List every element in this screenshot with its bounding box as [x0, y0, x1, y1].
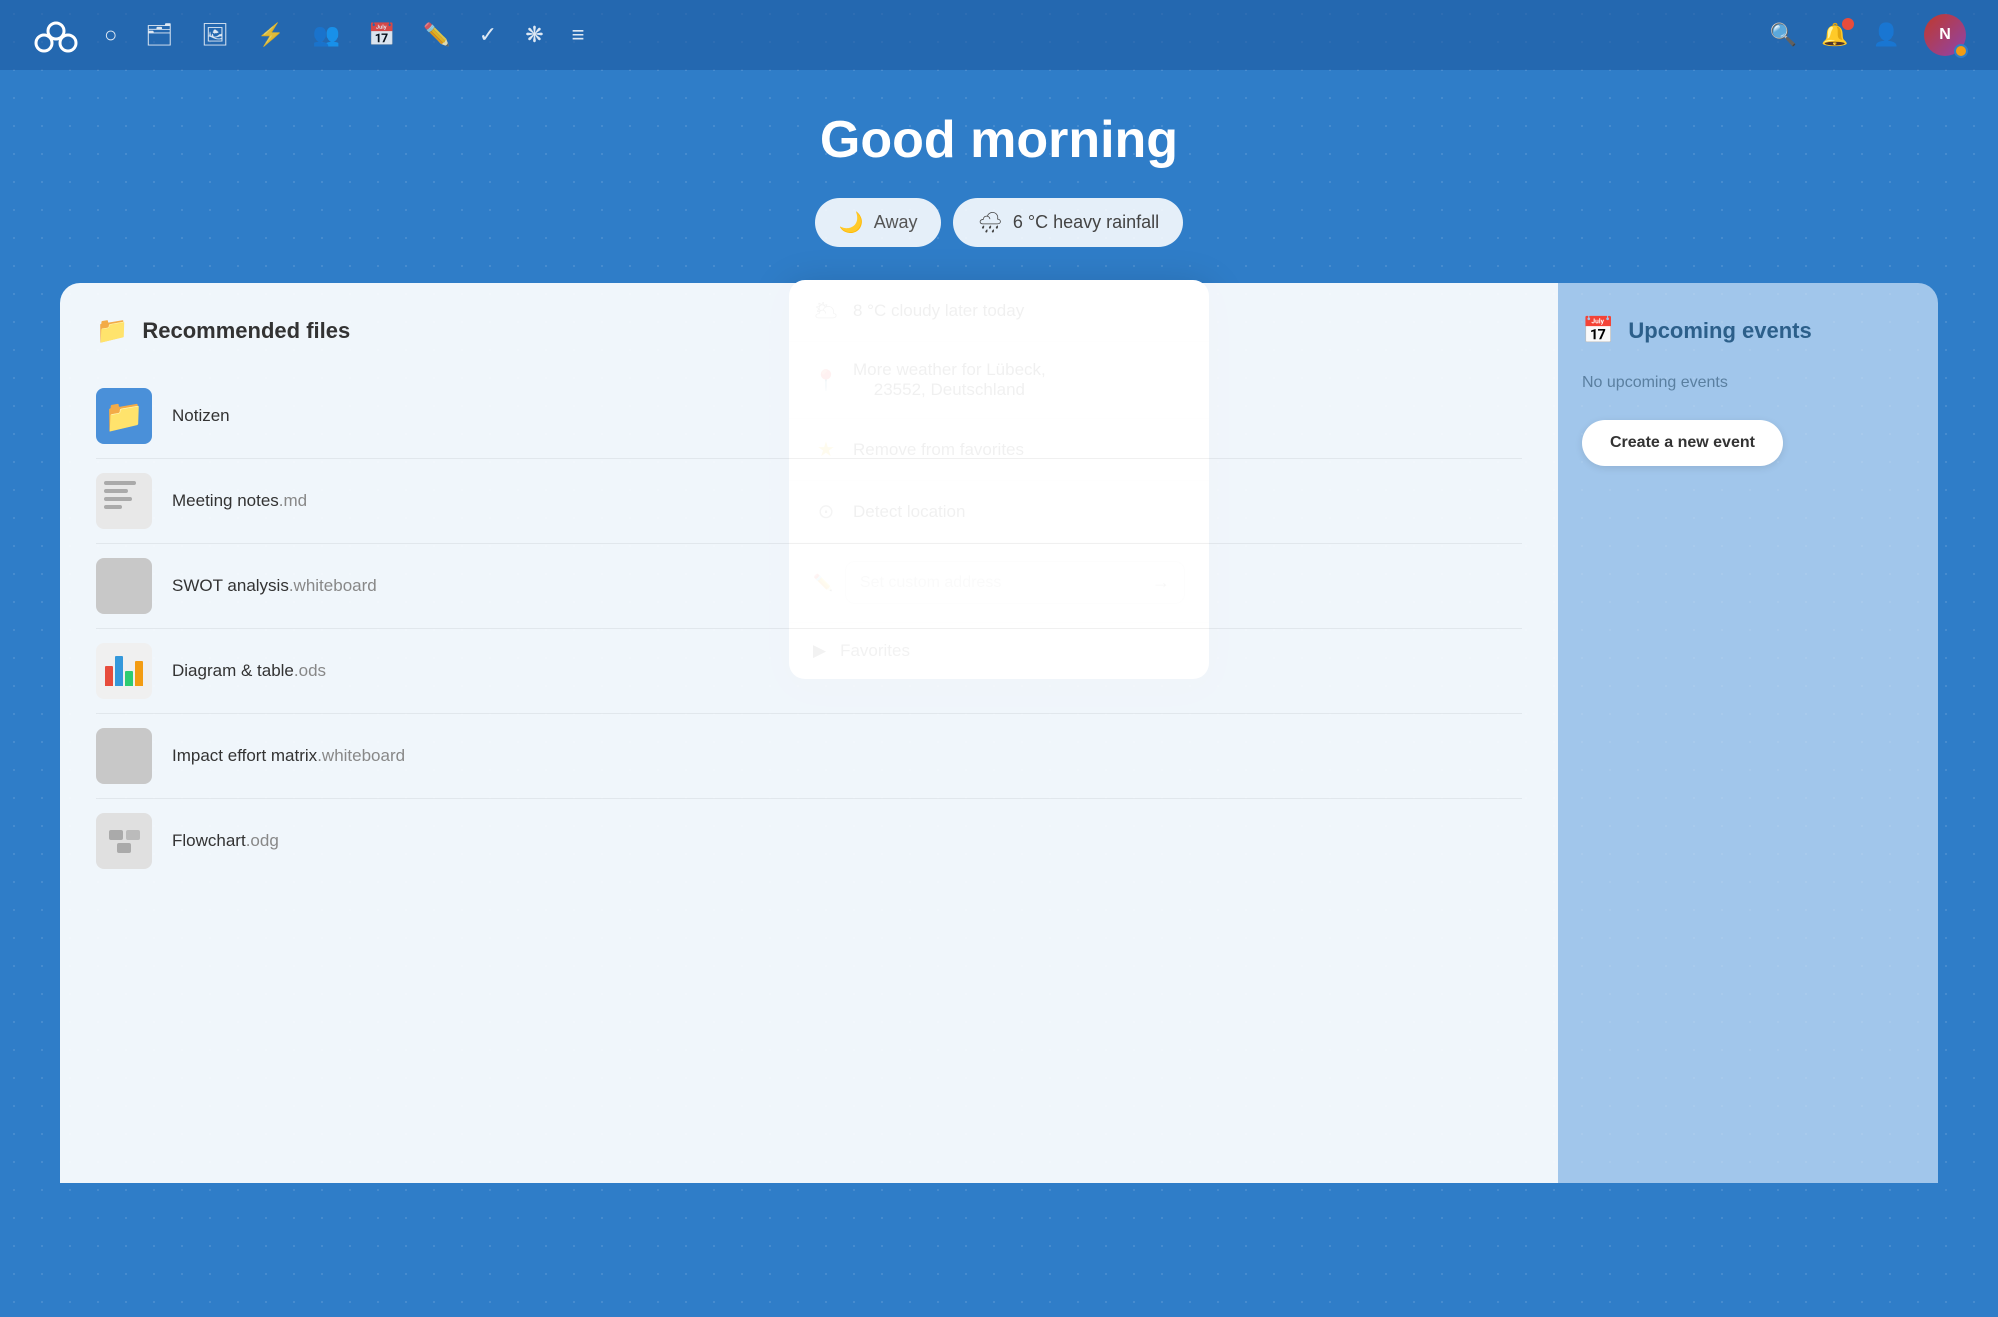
list-item[interactable]: 📁 Notizen [96, 374, 1522, 459]
user-menu-button[interactable]: 👤 [1873, 22, 1900, 48]
moon-icon: 🌙 [839, 210, 864, 235]
file-name: Diagram & table.ods [172, 661, 326, 681]
create-event-button[interactable]: Create a new event [1582, 420, 1783, 466]
whiteboard2-thumb [96, 728, 152, 784]
search-button[interactable]: 🔍 [1770, 22, 1797, 48]
search-icon: 🔍 [1770, 22, 1797, 47]
files-panel-header: 📁 Recommended files [96, 315, 1522, 346]
file-name: Flowchart.odg [172, 831, 279, 851]
content-area: 📁 Recommended files 📁 Notizen [0, 283, 1998, 1183]
file-name: Impact effort matrix.whiteboard [172, 746, 405, 766]
greeting-section: Good morning 🌙 Away 🌧 6 °C heavy rainfal… [0, 70, 1998, 267]
app-logo[interactable] [32, 11, 80, 59]
list-item[interactable]: SWOT analysis.whiteboard [96, 544, 1522, 629]
list-item[interactable]: Diagram & table.ods [96, 629, 1522, 714]
notification-badge [1842, 18, 1854, 30]
dropdown-arrow [989, 280, 1017, 282]
events-panel: 📅 Upcoming events No upcoming events Cre… [1558, 283, 1938, 1183]
tasks-nav-icon[interactable]: ✓ [479, 22, 497, 48]
list-item[interactable]: Impact effort matrix.whiteboard [96, 714, 1522, 799]
events-panel-title: Upcoming events [1628, 318, 1811, 344]
away-label: Away [874, 212, 918, 233]
folder-thumb: 📁 [96, 388, 152, 444]
notes-nav-icon[interactable]: ✏️ [423, 22, 450, 48]
top-navigation: ○ 🗂 🖼 ⚡ 👥 📅 ✏️ ✓ ❋ ≡ 🔍 🔔 👤 N [0, 0, 1998, 70]
list-item[interactable]: Flowchart.odg [96, 799, 1522, 883]
md-thumb [96, 473, 152, 529]
avatar[interactable]: N [1924, 14, 1966, 56]
files-panel-title: Recommended files [142, 318, 350, 344]
calendar-header-icon: 📅 [1582, 315, 1614, 346]
other-nav-icon[interactable]: ❋ [525, 22, 543, 48]
file-name: Meeting notes.md [172, 491, 307, 511]
user-icon: 👤 [1873, 22, 1900, 47]
avatar-status-badge [1954, 44, 1968, 58]
events-panel-header: 📅 Upcoming events [1582, 315, 1914, 346]
calendar-nav-icon[interactable]: 📅 [368, 22, 395, 48]
file-list: 📁 Notizen Meeting notes.md SWOT [96, 374, 1522, 883]
avatar-initials: N [1939, 26, 1951, 44]
weather-label: 6 °C heavy rainfall [1013, 212, 1159, 233]
dashboard-nav-icon[interactable]: ○ [104, 22, 117, 48]
rain-icon: 🌧 [977, 210, 1002, 235]
no-events-text: No upcoming events [1582, 374, 1914, 392]
whiteboard-thumb [96, 558, 152, 614]
file-name: Notizen [172, 406, 230, 426]
folder-header-icon: 📁 [96, 315, 128, 346]
odg-thumb [96, 813, 152, 869]
files-panel: 📁 Recommended files 📁 Notizen [60, 283, 1558, 1183]
away-pill[interactable]: 🌙 Away [815, 198, 942, 247]
file-name: SWOT analysis.whiteboard [172, 576, 377, 596]
weather-pill[interactable]: 🌧 6 °C heavy rainfall [953, 198, 1183, 247]
pills-row: 🌙 Away 🌧 6 °C heavy rainfall [0, 198, 1998, 247]
menu-nav-icon[interactable]: ≡ [572, 22, 585, 48]
contacts-nav-icon[interactable]: 👥 [313, 22, 340, 48]
ods-thumb [96, 643, 152, 699]
list-item[interactable]: Meeting notes.md [96, 459, 1522, 544]
notifications-button[interactable]: 🔔 [1821, 22, 1848, 48]
greeting-title: Good morning [0, 110, 1998, 170]
nav-icons: ○ 🗂 🖼 ⚡ 👥 📅 ✏️ ✓ ❋ ≡ [104, 22, 1770, 48]
topnav-right: 🔍 🔔 👤 N [1770, 14, 1966, 56]
photos-nav-icon[interactable]: 🖼 [201, 22, 229, 48]
activity-nav-icon[interactable]: ⚡ [257, 22, 284, 48]
files-nav-icon[interactable]: 🗂 [145, 22, 173, 48]
